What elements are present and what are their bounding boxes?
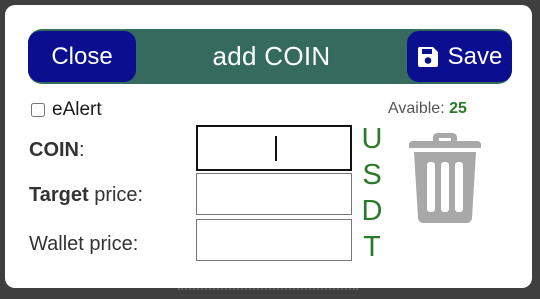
save-button[interactable]: Save	[407, 31, 512, 82]
currency-letter: S	[362, 159, 382, 191]
currency-label: U S D T	[360, 121, 384, 265]
currency-letter: T	[363, 231, 381, 263]
wallet-price-input[interactable]	[196, 219, 352, 261]
coin-label: COIN:	[29, 139, 85, 162]
target-price-label: Target price:	[29, 184, 143, 207]
text-cursor	[275, 136, 277, 161]
dialog-header: Close add COIN Save	[28, 29, 512, 84]
available-value: 25	[449, 100, 467, 117]
trash-icon[interactable]	[407, 132, 483, 224]
available-count: Avaible: 25	[388, 100, 467, 118]
close-button-label: Close	[51, 42, 113, 70]
currency-letter: U	[361, 123, 383, 155]
currency-letter: D	[361, 195, 383, 227]
coin-input[interactable]	[196, 125, 352, 171]
add-coin-dialog: Close add COIN Save eAlert Avaible: 25 C…	[5, 5, 532, 288]
ealert-option[interactable]: eAlert	[31, 99, 102, 121]
ealert-label: eAlert	[52, 99, 102, 120]
floppy-disk-icon	[417, 46, 438, 67]
save-button-label: Save	[447, 42, 503, 70]
target-label-rest: price:	[88, 184, 144, 206]
coin-label-bold: COIN	[29, 139, 79, 161]
dialog-title: add COIN	[212, 41, 331, 71]
target-price-input[interactable]	[196, 173, 352, 215]
ealert-checkbox[interactable]	[31, 103, 45, 117]
background-page-text	[178, 288, 358, 296]
available-label: Avaible:	[388, 100, 445, 117]
close-button[interactable]: Close	[28, 31, 136, 82]
wallet-price-label: Wallet price:	[29, 233, 138, 256]
target-label-bold: Target	[29, 184, 89, 206]
coin-label-rest: :	[79, 139, 85, 161]
wallet-label-rest: Wallet price:	[29, 233, 139, 255]
